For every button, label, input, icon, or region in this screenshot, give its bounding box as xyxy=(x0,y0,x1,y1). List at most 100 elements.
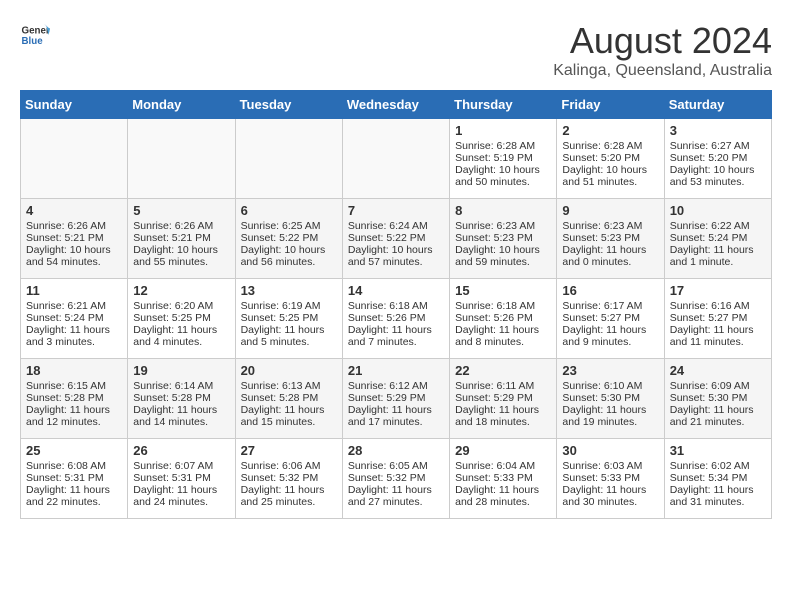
day-info: Sunrise: 6:21 AM xyxy=(26,300,122,312)
day-number: 30 xyxy=(562,443,658,458)
day-number: 21 xyxy=(348,363,444,378)
day-info: and 3 minutes. xyxy=(26,336,122,348)
day-info: Daylight: 11 hours xyxy=(670,244,766,256)
day-info: Daylight: 11 hours xyxy=(455,404,551,416)
day-info: Sunset: 5:20 PM xyxy=(562,152,658,164)
day-info: Sunrise: 6:15 AM xyxy=(26,380,122,392)
calendar-cell: 28Sunrise: 6:05 AMSunset: 5:32 PMDayligh… xyxy=(342,439,449,519)
header-monday: Monday xyxy=(128,91,235,119)
day-info: Daylight: 10 hours xyxy=(670,164,766,176)
day-number: 7 xyxy=(348,203,444,218)
day-info: Sunset: 5:28 PM xyxy=(241,392,337,404)
day-info: Sunrise: 6:07 AM xyxy=(133,460,229,472)
day-info: Daylight: 11 hours xyxy=(562,404,658,416)
day-info: and 1 minute. xyxy=(670,256,766,268)
day-info: Sunrise: 6:06 AM xyxy=(241,460,337,472)
day-info: Sunset: 5:22 PM xyxy=(348,232,444,244)
day-number: 16 xyxy=(562,283,658,298)
day-info: Sunset: 5:30 PM xyxy=(670,392,766,404)
day-info: Sunset: 5:32 PM xyxy=(348,472,444,484)
day-number: 2 xyxy=(562,123,658,138)
day-info: Sunrise: 6:17 AM xyxy=(562,300,658,312)
day-info: Sunrise: 6:13 AM xyxy=(241,380,337,392)
day-number: 6 xyxy=(241,203,337,218)
day-info: Daylight: 11 hours xyxy=(455,324,551,336)
day-info: Sunset: 5:21 PM xyxy=(133,232,229,244)
day-info: Sunrise: 6:11 AM xyxy=(455,380,551,392)
svg-text:General: General xyxy=(22,26,51,37)
calendar-week-3: 11Sunrise: 6:21 AMSunset: 5:24 PMDayligh… xyxy=(21,279,772,359)
day-number: 17 xyxy=(670,283,766,298)
calendar-week-1: 1Sunrise: 6:28 AMSunset: 5:19 PMDaylight… xyxy=(21,119,772,199)
day-number: 8 xyxy=(455,203,551,218)
calendar-cell: 24Sunrise: 6:09 AMSunset: 5:30 PMDayligh… xyxy=(664,359,771,439)
day-info: Sunrise: 6:09 AM xyxy=(670,380,766,392)
logo: General Blue xyxy=(20,20,50,50)
day-info: and 8 minutes. xyxy=(455,336,551,348)
calendar-cell: 18Sunrise: 6:15 AMSunset: 5:28 PMDayligh… xyxy=(21,359,128,439)
day-info: Sunrise: 6:14 AM xyxy=(133,380,229,392)
calendar-cell: 12Sunrise: 6:20 AMSunset: 5:25 PMDayligh… xyxy=(128,279,235,359)
calendar-cell: 6Sunrise: 6:25 AMSunset: 5:22 PMDaylight… xyxy=(235,199,342,279)
day-info: Daylight: 10 hours xyxy=(26,244,122,256)
day-number: 13 xyxy=(241,283,337,298)
day-info: Daylight: 11 hours xyxy=(133,404,229,416)
day-info: Daylight: 11 hours xyxy=(241,324,337,336)
day-info: and 14 minutes. xyxy=(133,416,229,428)
day-number: 10 xyxy=(670,203,766,218)
day-info: Sunrise: 6:05 AM xyxy=(348,460,444,472)
calendar-week-2: 4Sunrise: 6:26 AMSunset: 5:21 PMDaylight… xyxy=(21,199,772,279)
day-info: Sunrise: 6:25 AM xyxy=(241,220,337,232)
calendar-cell: 2Sunrise: 6:28 AMSunset: 5:20 PMDaylight… xyxy=(557,119,664,199)
day-number: 31 xyxy=(670,443,766,458)
day-info: Daylight: 10 hours xyxy=(241,244,337,256)
svg-text:Blue: Blue xyxy=(22,36,44,47)
day-info: and 53 minutes. xyxy=(670,176,766,188)
day-info: Sunrise: 6:03 AM xyxy=(562,460,658,472)
day-info: Sunset: 5:25 PM xyxy=(133,312,229,324)
day-info: Sunset: 5:30 PM xyxy=(562,392,658,404)
day-info: Daylight: 10 hours xyxy=(455,164,551,176)
day-number: 15 xyxy=(455,283,551,298)
weekday-header-row: Sunday Monday Tuesday Wednesday Thursday… xyxy=(21,91,772,119)
day-info: and 25 minutes. xyxy=(241,496,337,508)
calendar-cell: 26Sunrise: 6:07 AMSunset: 5:31 PMDayligh… xyxy=(128,439,235,519)
day-info: Sunrise: 6:28 AM xyxy=(455,140,551,152)
calendar-cell: 31Sunrise: 6:02 AMSunset: 5:34 PMDayligh… xyxy=(664,439,771,519)
calendar-cell: 8Sunrise: 6:23 AMSunset: 5:23 PMDaylight… xyxy=(450,199,557,279)
day-info: Daylight: 11 hours xyxy=(133,324,229,336)
calendar-cell: 9Sunrise: 6:23 AMSunset: 5:23 PMDaylight… xyxy=(557,199,664,279)
day-info: Sunrise: 6:04 AM xyxy=(455,460,551,472)
day-info: Daylight: 10 hours xyxy=(348,244,444,256)
day-info: and 22 minutes. xyxy=(26,496,122,508)
day-info: Daylight: 11 hours xyxy=(670,484,766,496)
calendar-week-4: 18Sunrise: 6:15 AMSunset: 5:28 PMDayligh… xyxy=(21,359,772,439)
day-info: Sunset: 5:29 PM xyxy=(455,392,551,404)
calendar-cell: 27Sunrise: 6:06 AMSunset: 5:32 PMDayligh… xyxy=(235,439,342,519)
day-info: Daylight: 11 hours xyxy=(670,324,766,336)
calendar-cell: 21Sunrise: 6:12 AMSunset: 5:29 PMDayligh… xyxy=(342,359,449,439)
day-info: Daylight: 11 hours xyxy=(26,484,122,496)
calendar-cell: 17Sunrise: 6:16 AMSunset: 5:27 PMDayligh… xyxy=(664,279,771,359)
day-info: Sunset: 5:27 PM xyxy=(562,312,658,324)
calendar-cell: 15Sunrise: 6:18 AMSunset: 5:26 PMDayligh… xyxy=(450,279,557,359)
day-info: Daylight: 11 hours xyxy=(562,484,658,496)
calendar-cell: 10Sunrise: 6:22 AMSunset: 5:24 PMDayligh… xyxy=(664,199,771,279)
day-info: Sunset: 5:20 PM xyxy=(670,152,766,164)
day-info: Sunset: 5:24 PM xyxy=(26,312,122,324)
title-area: August 2024 Kalinga, Queensland, Austral… xyxy=(553,20,772,80)
day-info: Sunrise: 6:27 AM xyxy=(670,140,766,152)
day-info: Sunrise: 6:26 AM xyxy=(133,220,229,232)
day-info: Daylight: 11 hours xyxy=(562,244,658,256)
day-number: 20 xyxy=(241,363,337,378)
logo-icon: General Blue xyxy=(20,20,50,50)
day-number: 22 xyxy=(455,363,551,378)
day-info: and 18 minutes. xyxy=(455,416,551,428)
day-info: Sunset: 5:31 PM xyxy=(26,472,122,484)
day-info: Daylight: 11 hours xyxy=(348,484,444,496)
calendar-cell: 29Sunrise: 6:04 AMSunset: 5:33 PMDayligh… xyxy=(450,439,557,519)
day-info: and 0 minutes. xyxy=(562,256,658,268)
day-info: Daylight: 10 hours xyxy=(133,244,229,256)
calendar-cell: 13Sunrise: 6:19 AMSunset: 5:25 PMDayligh… xyxy=(235,279,342,359)
calendar-cell: 20Sunrise: 6:13 AMSunset: 5:28 PMDayligh… xyxy=(235,359,342,439)
